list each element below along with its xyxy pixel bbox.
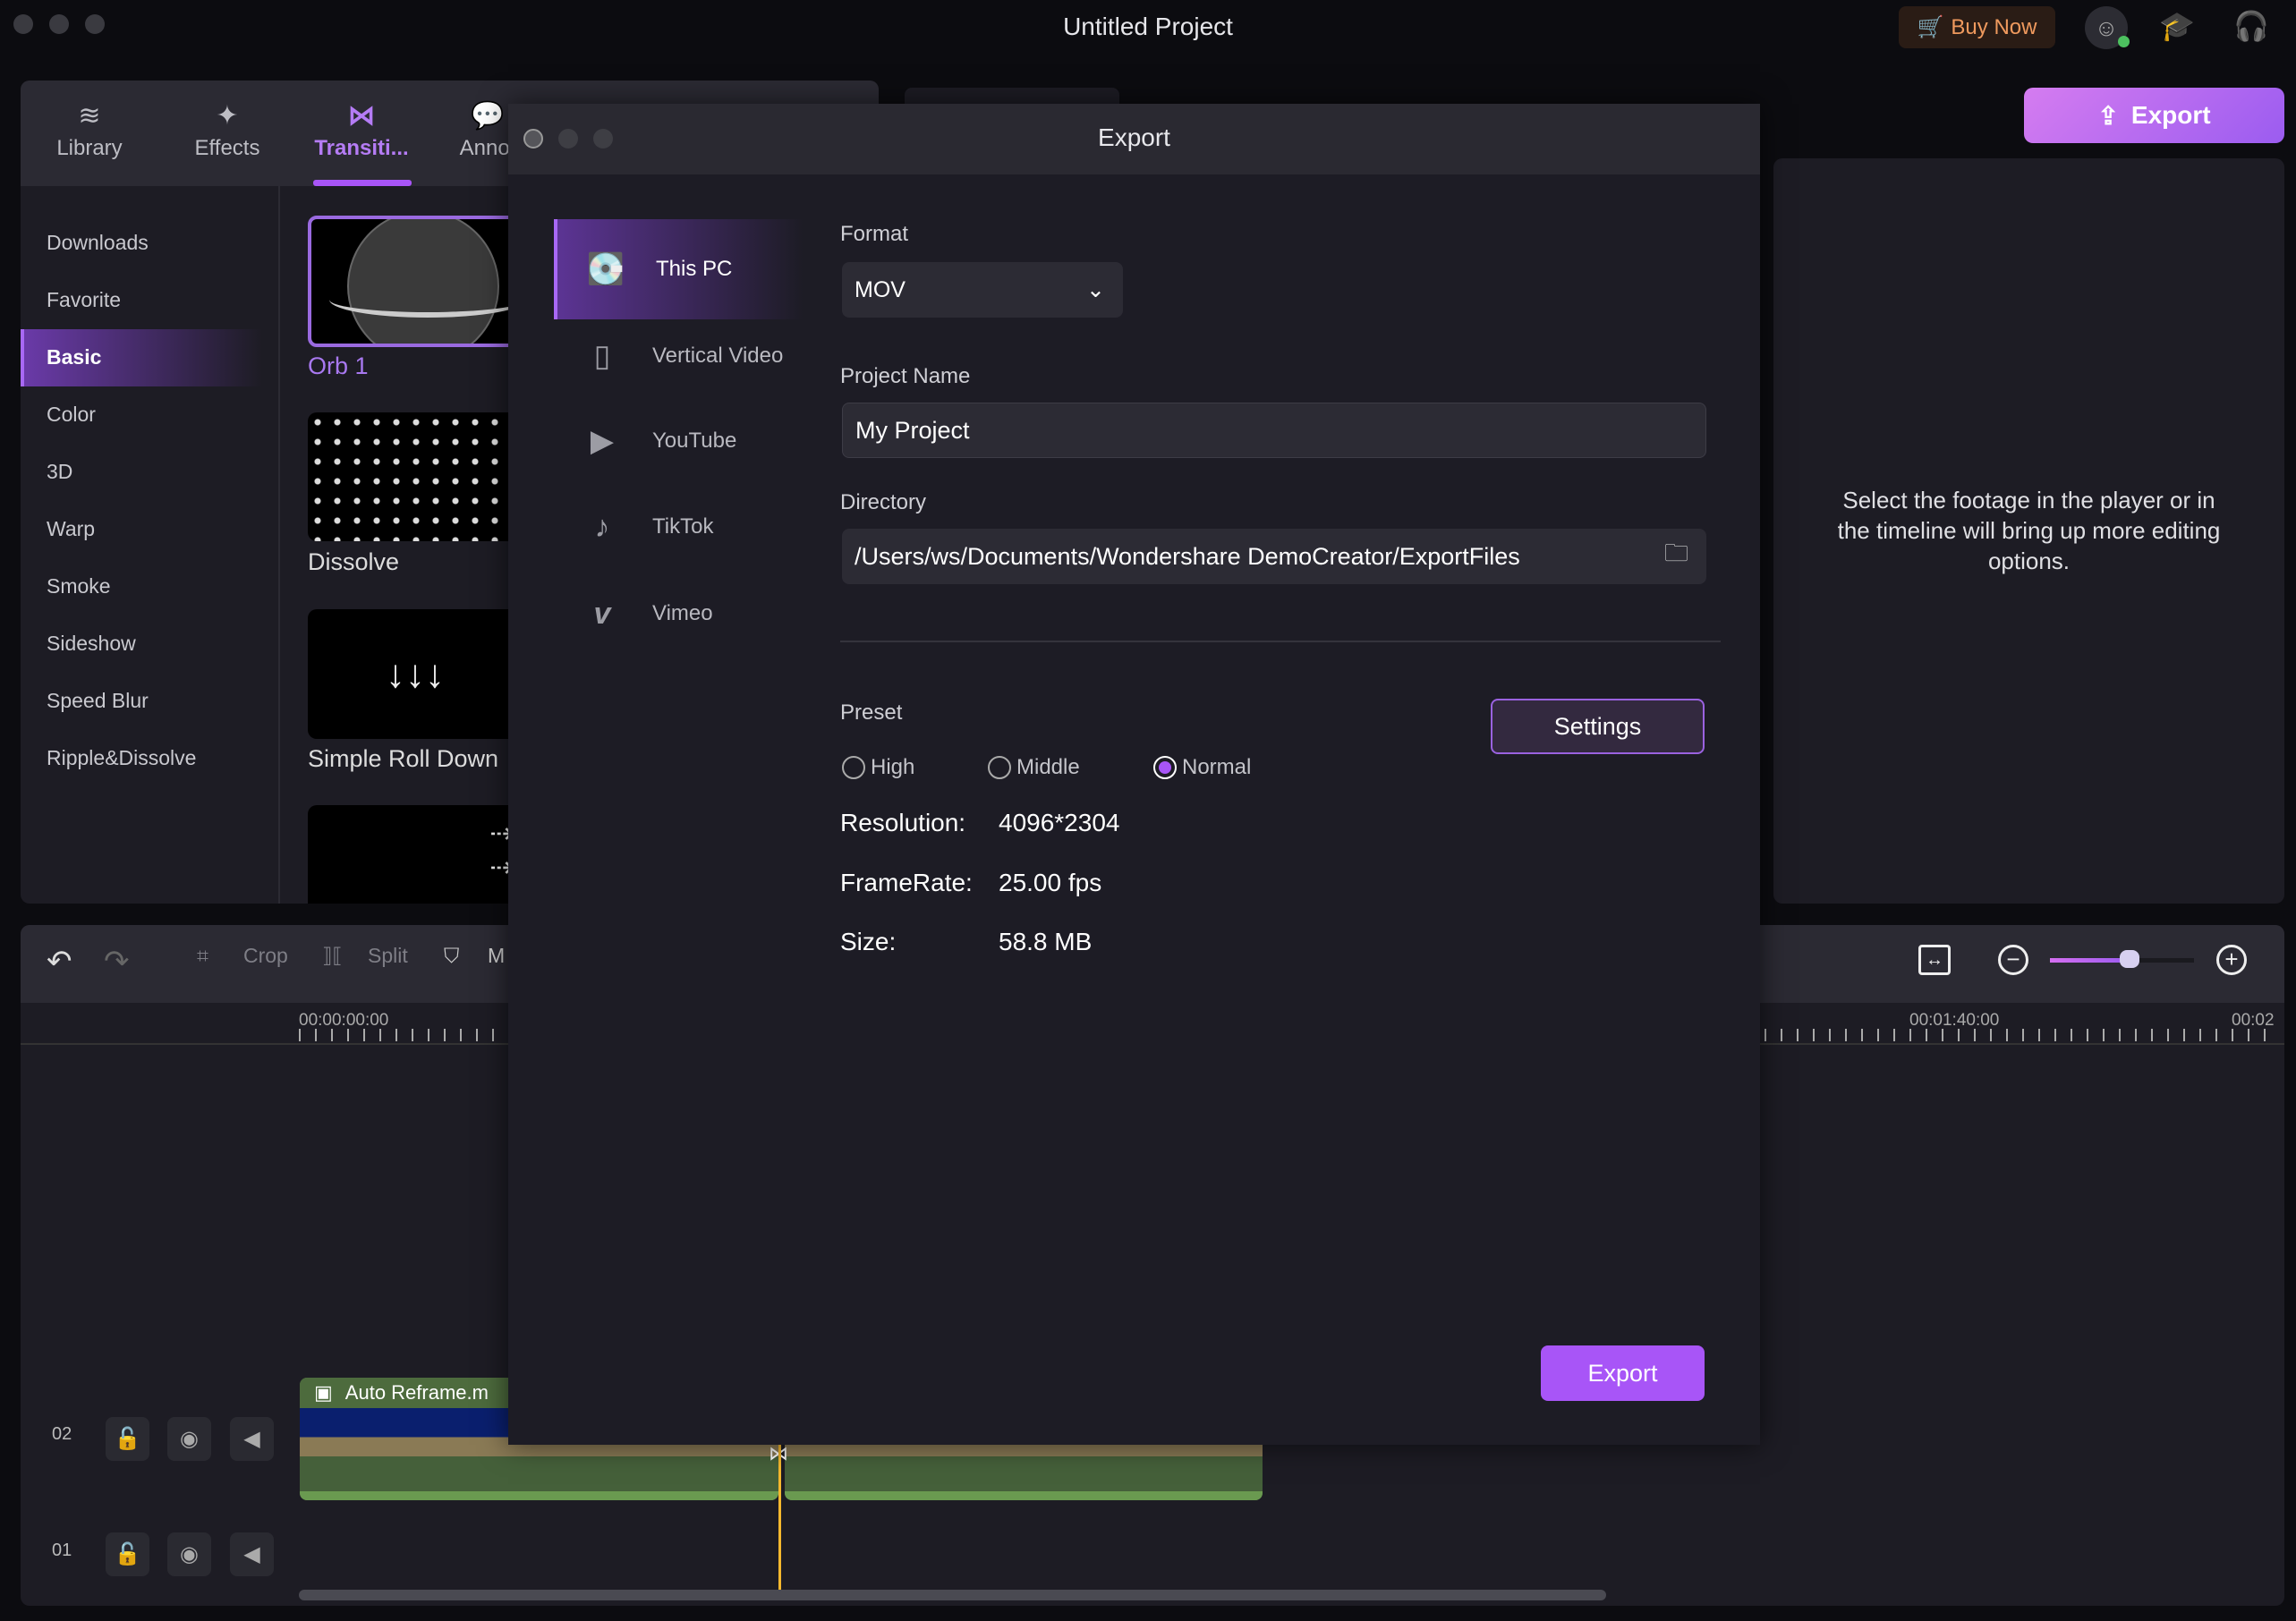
settings-button[interactable]: Settings — [1491, 699, 1705, 754]
crop-icon: ⌗ — [197, 944, 208, 967]
export-dialog: Export 💽 This PC ▯ Vertical Video ▶ YouTube… — [508, 104, 1760, 1445]
directory-input[interactable]: /Users/ws/Documents/Wondershare DemoCrea… — [842, 529, 1706, 584]
divider — [278, 186, 280, 904]
resolution-value: 4096*2304 — [999, 809, 1120, 836]
size-label: Size: — [840, 928, 897, 955]
crop-button[interactable]: Crop — [243, 944, 288, 968]
transition-roll-label: Simple Roll Down — [308, 745, 499, 772]
fit-timeline-icon[interactable]: ↔ — [1918, 945, 1951, 975]
tiktok-icon: ♪ — [594, 509, 610, 544]
category-downloads[interactable]: Downloads — [47, 231, 149, 255]
transition-marker-icon[interactable]: ⋈ — [769, 1442, 795, 1469]
timeline-scrollbar[interactable] — [299, 1590, 1606, 1600]
transition-dissolve-label: Dissolve — [308, 548, 400, 575]
layers-icon: ≋ — [78, 101, 101, 131]
avatar[interactable]: ☺ — [2085, 6, 2130, 49]
project-name-input[interactable]: My Project — [842, 403, 1706, 458]
vimeo-icon: v — [593, 596, 611, 631]
speaker-icon[interactable]: ◀ — [230, 1532, 274, 1576]
zoom-slider[interactable] — [2050, 950, 2194, 968]
buy-now-button[interactable]: 🛒 Buy Now — [1899, 6, 2055, 48]
transition-roll-thumb[interactable]: ↓↓↓ — [308, 609, 523, 739]
undo-icon[interactable]: ↶ — [47, 944, 72, 980]
preset-middle-radio[interactable]: Middle — [988, 755, 1080, 780]
size-value: 58.8 MB — [999, 928, 1093, 955]
category-3d[interactable]: 3D — [47, 460, 72, 484]
player-panel-tab — [905, 88, 1119, 106]
split-icon: ⟧⟦ — [322, 944, 343, 967]
lock-icon[interactable]: 🔓 — [106, 1417, 149, 1461]
phone-icon: ▯ — [593, 339, 611, 373]
tab-transitions[interactable]: ⋈ Transiti... — [299, 81, 424, 186]
zoom-in-icon[interactable]: + — [2216, 945, 2247, 975]
category-warp[interactable]: Warp — [47, 517, 95, 541]
headset-icon[interactable]: 🎧 — [2233, 9, 2269, 43]
project-name-label: Project Name — [840, 364, 971, 388]
ruler-label: 00:00:00:00 — [299, 1011, 389, 1030]
properties-hint: Select the footage in the player or in t… — [1837, 487, 2221, 574]
tab-effects[interactable]: ✦ Effects — [165, 81, 290, 186]
youtube-icon: ▶ — [590, 424, 615, 458]
category-smoke[interactable]: Smoke — [47, 574, 111, 598]
tab-library[interactable]: ≋ Library — [27, 81, 152, 186]
speaker-icon[interactable]: ◀ — [230, 1417, 274, 1461]
transition-dissolve-thumb[interactable] — [308, 412, 523, 541]
category-ripple-dissolve[interactable]: Ripple&Dissolve — [47, 746, 196, 770]
zoom-slider-handle[interactable] — [2119, 950, 2139, 968]
chevron-down-icon: ⌄ — [1086, 277, 1105, 302]
transition-icon: ⋈ — [348, 101, 375, 131]
split-button[interactable]: Split — [368, 944, 408, 968]
nav-vimeo[interactable]: v Vimeo — [554, 564, 803, 664]
preset-high-radio[interactable]: High — [842, 755, 914, 780]
directory-label: Directory — [840, 490, 927, 514]
transition-orb-label: Orb 1 — [308, 352, 369, 379]
playhead[interactable] — [778, 1442, 781, 1596]
clip-waveform — [300, 1456, 778, 1500]
folder-icon[interactable]: 🗀 — [1664, 536, 1688, 577]
preset-normal-radio[interactable]: Normal — [1153, 755, 1251, 780]
preset-label: Preset — [840, 700, 903, 725]
nav-tiktok[interactable]: ♪ TikTok — [554, 477, 803, 577]
marker-button[interactable]: M — [488, 944, 505, 968]
divider — [840, 641, 1721, 642]
category-speed-blur[interactable]: Speed Blur — [47, 689, 149, 713]
format-select[interactable]: MOV ⌄ — [842, 262, 1123, 318]
nav-this-pc[interactable]: 💽 This PC — [554, 219, 803, 319]
sparkle-icon: ✦ — [216, 101, 239, 131]
transition-orb-thumb[interactable] — [308, 216, 523, 347]
hard-drive-icon: 💽 — [586, 252, 625, 286]
resolution-label: Resolution: — [840, 809, 966, 836]
dialog-export-button[interactable]: Export — [1541, 1345, 1705, 1401]
upload-icon: ⇪ — [2097, 101, 2119, 130]
eye-icon[interactable]: ◉ — [167, 1417, 211, 1461]
category-favorite[interactable]: Favorite — [47, 288, 121, 312]
category-basic[interactable]: Basic — [47, 345, 101, 369]
cart-icon: 🛒 — [1917, 15, 1944, 39]
framerate-label: FrameRate: — [840, 869, 973, 896]
ruler-label: 00:02 — [2232, 1011, 2275, 1030]
category-color[interactable]: Color — [47, 403, 96, 427]
format-label: Format — [840, 222, 909, 246]
eye-icon[interactable]: ◉ — [167, 1532, 211, 1576]
track-label: 01 — [52, 1540, 72, 1560]
video-icon: ▣ — [314, 1381, 333, 1404]
export-button[interactable]: ⇪ Export — [2024, 88, 2284, 143]
marker-icon[interactable]: ⛉ — [444, 944, 459, 968]
tutorial-icon[interactable]: 🎓 — [2159, 9, 2195, 43]
zoom-out-icon[interactable]: − — [1998, 945, 2028, 975]
framerate-value: 25.00 fps — [999, 869, 1102, 896]
category-sideshow[interactable]: Sideshow — [47, 632, 136, 656]
ruler-label: 00:01:40:00 — [1909, 1011, 2000, 1030]
lock-icon[interactable]: 🔓 — [106, 1532, 149, 1576]
track-label: 02 — [52, 1424, 72, 1444]
dialog-title: Export — [1098, 123, 1170, 151]
transition-push-thumb[interactable]: ⇢ ⇢ — [308, 805, 523, 904]
redo-icon[interactable]: ↷ — [104, 944, 130, 980]
